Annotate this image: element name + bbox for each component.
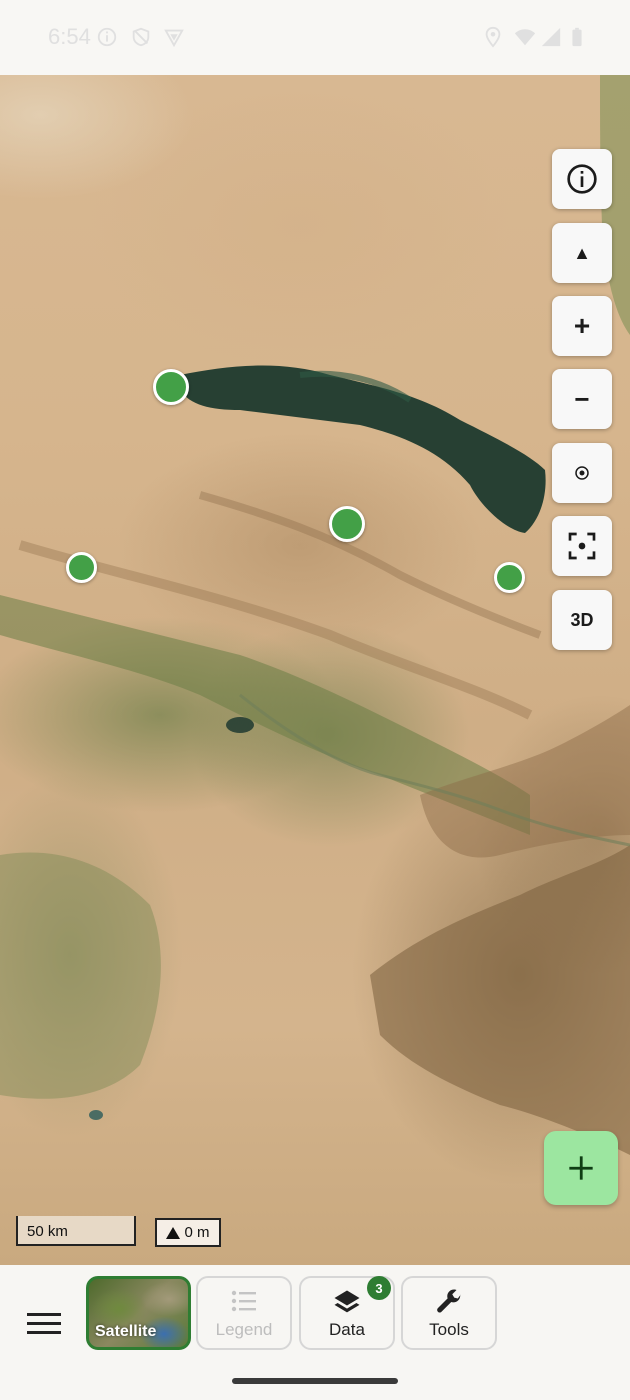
tab-data[interactable]: 3 Data — [299, 1276, 395, 1350]
map-marker[interactable] — [66, 552, 97, 583]
tab-satellite[interactable]: Satellite — [86, 1276, 191, 1350]
view-3d-button[interactable]: 3D — [552, 590, 612, 650]
my-location-icon — [575, 466, 589, 480]
tab-label: Tools — [429, 1320, 469, 1339]
terrain-layer — [0, 75, 630, 1155]
minus-icon: − — [574, 383, 590, 414]
data-count-badge: 3 — [367, 1276, 391, 1300]
scale-distance: 50 km — [27, 1223, 68, 1240]
elevation-value: 0 m — [184, 1224, 210, 1241]
map-marker[interactable] — [494, 562, 525, 593]
focus-frame-icon — [568, 532, 596, 560]
elevation-indicator: 0 m — [155, 1218, 221, 1247]
list-icon — [231, 1290, 256, 1312]
status-time: 6:54 — [48, 24, 91, 49]
map-marker[interactable] — [153, 369, 189, 405]
signal-icon — [541, 27, 561, 47]
view-3d-label: 3D — [570, 609, 594, 630]
shield-icon — [132, 27, 150, 47]
plus-icon — [569, 1156, 593, 1180]
plus-icon: + — [573, 310, 591, 341]
layers-icon — [334, 1290, 360, 1313]
scale-bar: 50 km — [16, 1216, 136, 1246]
status-bar: 6:54 — [0, 0, 630, 75]
tab-label: Satellite — [95, 1323, 157, 1340]
bottom-navigation: Satellite Legend 3 Data Tools — [0, 1265, 630, 1400]
tab-label: Data — [329, 1320, 365, 1339]
compass-arrow-icon: ▲ — [573, 242, 591, 263]
zoom-in-button[interactable]: + — [552, 296, 612, 356]
vpn-icon — [164, 29, 184, 48]
map-marker[interactable] — [329, 506, 365, 542]
tab-legend[interactable]: Legend — [196, 1276, 292, 1350]
info-icon — [97, 27, 117, 47]
satellite-map[interactable] — [0, 75, 630, 1265]
info-button[interactable] — [552, 149, 612, 209]
focus-button[interactable] — [552, 516, 612, 576]
location-icon — [485, 26, 501, 48]
compass-button[interactable]: ▲ — [552, 223, 612, 283]
wrench-icon — [437, 1289, 461, 1313]
zoom-out-button[interactable]: − — [552, 369, 612, 429]
tab-label: Legend — [215, 1320, 273, 1339]
add-button[interactable] — [544, 1131, 618, 1205]
mountain-icon — [166, 1226, 181, 1239]
info-icon — [567, 164, 597, 194]
home-indicator[interactable] — [232, 1378, 398, 1384]
battery-icon — [572, 27, 582, 47]
tab-tools[interactable]: Tools — [401, 1276, 497, 1350]
hamburger-icon[interactable] — [20, 1299, 68, 1347]
my-location-button[interactable] — [552, 443, 612, 503]
wifi-icon — [514, 29, 536, 46]
